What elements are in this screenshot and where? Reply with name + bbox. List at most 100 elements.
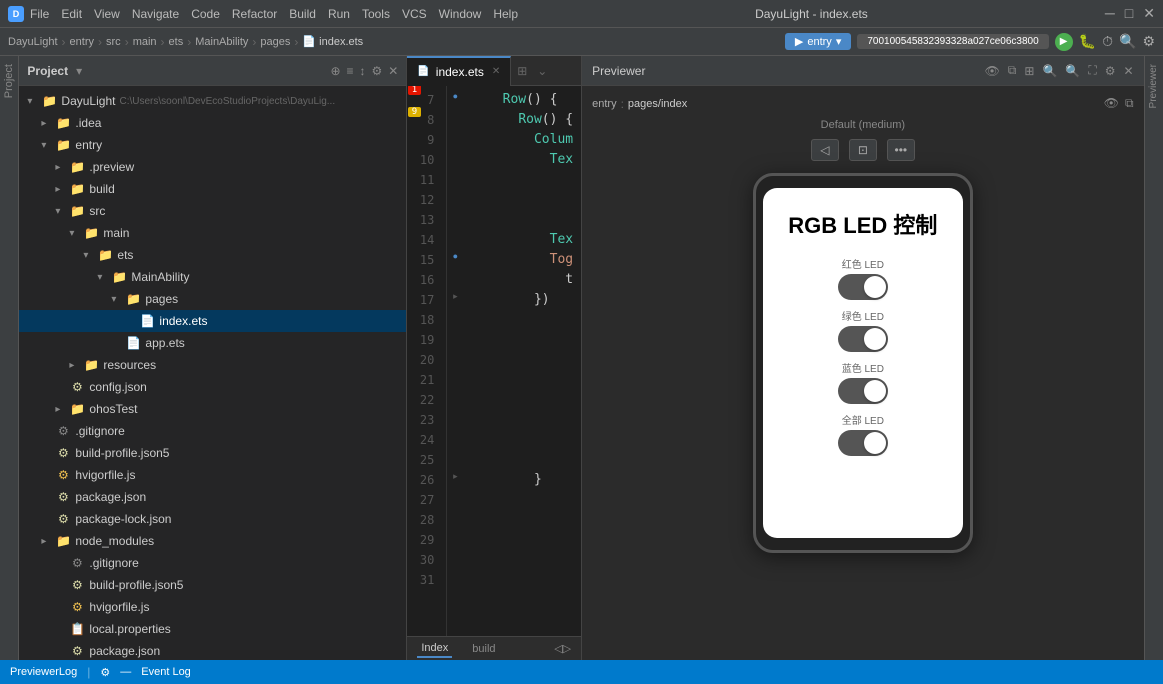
breadcrumb-main[interactable]: main [133,36,157,48]
menu-tools[interactable]: Tools [362,7,390,21]
menu-edit[interactable]: Edit [61,7,82,21]
settings-icon-prev[interactable]: ⚙ [1105,64,1116,78]
tree-item-entry[interactable]: ▾ 📁 entry [19,134,406,156]
stack-icon[interactable]: ⧉ [1125,96,1134,111]
tree-item-build[interactable]: ▸ 📁 build [19,178,406,200]
zoom-out-icon[interactable]: 🔍 [1065,64,1080,78]
toggle-blue[interactable] [838,378,888,404]
code-line-11 [471,170,573,190]
entry-dropdown[interactable]: ▶ entry ▾ [785,33,851,50]
close-panel-icon[interactable]: ✕ [388,64,398,78]
status-previewer-log[interactable]: PreviewerLog [10,666,77,678]
tree-item-packagejson[interactable]: ⚙ package.json [19,486,406,508]
run-button[interactable]: ▶ [1055,33,1073,51]
status-settings[interactable]: ⚙ [100,666,110,679]
toggle-all[interactable] [838,430,888,456]
status-minus[interactable]: — [120,666,131,678]
menu-refactor[interactable]: Refactor [232,7,277,21]
tab-indexets[interactable]: 📄 index.ets ✕ [407,56,511,86]
code-line-17: }) [471,290,573,310]
tree-item-main[interactable]: ▾ 📁 main [19,222,406,244]
back-button[interactable]: ◁ [811,139,839,161]
close-prev-icon[interactable]: ✕ [1124,64,1134,78]
tree-item-localprops[interactable]: 📋 local.properties [19,618,406,640]
tab-close-indexets[interactable]: ✕ [492,66,500,77]
file-tree-panel: Project ▾ ⊕ ≡ ↕ ⚙ ✕ ▾ 📁 DayuLight C:\Use… [19,56,407,660]
eye-toggle-icon[interactable]: 👁 [1104,96,1119,111]
tree-item-src[interactable]: ▾ 📁 src [19,200,406,222]
menu-code[interactable]: Code [191,7,220,21]
toggle-green[interactable] [838,326,888,352]
tree-item-gitignore[interactable]: ⚙ .gitignore [19,420,406,442]
folder-icon-root: 📁 [41,93,57,109]
more-button[interactable]: ••• [887,139,915,161]
menu-build[interactable]: Build [289,7,316,21]
file-icon-package2: ⚙ [69,643,85,659]
toggle-red[interactable] [838,274,888,300]
breadcrumb-entry[interactable]: entry [70,36,94,48]
menu-run[interactable]: Run [328,7,350,21]
tree-item-packagelock[interactable]: ⚙ package-lock.json [19,508,406,530]
tree-item-appets[interactable]: 📄 app.ets [19,332,406,354]
tree-item-packagejson2[interactable]: ⚙ package.json [19,640,406,660]
maximize-button[interactable]: □ [1125,5,1133,22]
menu-help[interactable]: Help [493,7,518,21]
editor-area: 📄 index.ets ✕ ⊞ ⌄ 1 9 7 [407,56,581,660]
tree-item-idea[interactable]: ▸ 📁 .idea [19,112,406,134]
tree-item-ets[interactable]: ▾ 📁 ets [19,244,406,266]
breadcrumb-ets[interactable]: ets [169,36,184,48]
zoom-in-icon[interactable]: 🔍 [1042,64,1057,78]
project-tab-label[interactable]: Project [3,64,15,98]
debug-icon[interactable]: 🐛 [1079,33,1096,50]
eye-icon[interactable]: 👁 [985,64,1000,78]
minimize-button[interactable]: ─ [1105,5,1115,22]
tree-item-indexets[interactable]: 📄 index.ets [19,310,406,332]
tree-item-resources[interactable]: ▸ 📁 resources [19,354,406,376]
editor-bottom-right: ◁▷ [554,642,571,655]
bottom-tab-build[interactable]: build [468,641,499,657]
status-event-log[interactable]: Event Log [141,666,191,678]
bottom-tab-index[interactable]: Index [417,640,452,658]
layers-icon[interactable]: ⧉ [1008,63,1017,78]
tree-item-buildprofile2[interactable]: ⚙ build-profile.json5 [19,574,406,596]
menu-navigate[interactable]: Navigate [132,7,179,21]
tree-item-gitignore2[interactable]: ⚙ .gitignore [19,552,406,574]
breadcrumb-src[interactable]: src [106,36,121,48]
device-selector[interactable]: 700100545832393328a027ce06c3800 [857,34,1048,49]
profile-icon[interactable]: ⏱ [1102,33,1113,50]
tree-item-ohostest[interactable]: ▸ 📁 ohosTest [19,398,406,420]
tree-item-mainability[interactable]: ▾ 📁 MainAbility [19,266,406,288]
search-icon[interactable]: 🔍 [1119,33,1136,50]
scope-icon[interactable]: ⊕ [330,64,340,78]
gear-icon[interactable]: ⚙ [372,64,383,78]
menu-file[interactable]: File [30,7,49,21]
tab-split-button[interactable]: ⊞ [511,64,533,78]
breadcrumb-indexets[interactable]: 📄 index.ets [302,35,363,48]
tree-item-pages[interactable]: ▾ 📁 pages [19,288,406,310]
code-editor[interactable]: Row() { Row() { Colum Tex [463,86,581,636]
tab-more-button[interactable]: ⌄ [533,64,551,78]
folder-icon-ets: 📁 [97,247,113,263]
tree-item-hvigorfile[interactable]: ⚙ hvigorfile.js [19,464,406,486]
horizontal-scrollbar[interactable]: ◁▷ [554,642,571,655]
tree-item-nodemodules[interactable]: ▸ 📁 node_modules [19,530,406,552]
tree-root[interactable]: ▾ 📁 DayuLight C:\Users\soonl\DevEcoStudi… [19,90,406,112]
menu-vcs[interactable]: VCS [402,7,427,21]
menu-view[interactable]: View [94,7,120,21]
tree-item-preview[interactable]: ▸ 📁 .preview [19,156,406,178]
tree-item-configjson[interactable]: ⚙ config.json [19,376,406,398]
fit-icon[interactable]: ⛶ [1088,63,1096,78]
collapse-icon[interactable]: ≡ [347,64,354,78]
menu-window[interactable]: Window [439,7,482,21]
tree-item-hvigorfile2[interactable]: ⚙ hvigorfile.js [19,596,406,618]
home-button[interactable]: ⊡ [849,139,877,161]
sort-icon[interactable]: ↕ [360,64,366,78]
grid-icon[interactable]: ⊞ [1024,64,1034,78]
breadcrumb-pages[interactable]: pages [260,36,290,48]
tree-item-buildprofile[interactable]: ⚙ build-profile.json5 [19,442,406,464]
right-panel-label[interactable]: Previewer [1148,64,1159,108]
breadcrumb-dayulight[interactable]: DayuLight [8,36,58,48]
close-button[interactable]: ✕ [1143,5,1155,22]
settings-icon[interactable]: ⚙ [1142,33,1155,50]
breadcrumb-mainability[interactable]: MainAbility [195,36,248,48]
